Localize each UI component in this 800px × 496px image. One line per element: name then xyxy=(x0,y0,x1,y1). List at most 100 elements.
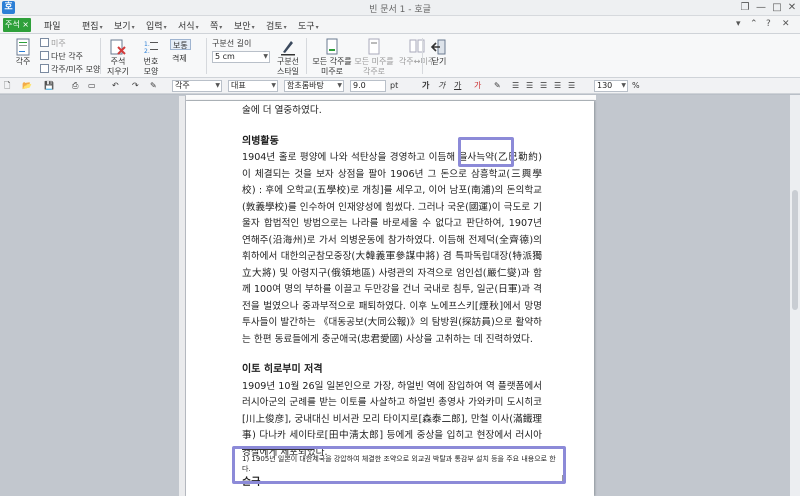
note-shape-button[interactable]: 각주/미주 모양 xyxy=(40,64,100,75)
font-value: 함초롬바탕 xyxy=(287,81,324,90)
window-title: 빈 문서 1 - 호글 xyxy=(369,5,431,15)
all-endnotes-label: 모든 미주를 각주로 xyxy=(354,57,394,76)
highlight-box-footnote-ref xyxy=(458,137,514,167)
ribbon-options-icon[interactable]: ▾ xyxy=(736,19,741,29)
style-value: 각주 xyxy=(175,81,190,90)
font-color-icon[interactable]: 가 xyxy=(474,80,481,92)
vertical-ruler[interactable] xyxy=(179,96,186,496)
align-right-icon[interactable]: ☰ xyxy=(554,80,561,92)
language-value: 대표 xyxy=(231,81,246,90)
close-annotation-button[interactable]: 닫기 xyxy=(428,38,450,67)
collapse-ribbon-icon[interactable]: ⌃ xyxy=(750,19,758,29)
print-icon[interactable]: ⎙ xyxy=(72,80,78,92)
chevron-down-icon: ▾ xyxy=(283,24,287,31)
normal-spacing-button[interactable]: 보통 xyxy=(170,39,191,50)
convert-icon xyxy=(326,38,338,55)
zoom-input[interactable]: 130 ▼ xyxy=(594,80,628,92)
bold-icon[interactable]: 가 xyxy=(422,80,429,92)
menu-view[interactable]: 보기▾ xyxy=(114,19,135,32)
open-folder-icon[interactable]: 📂 xyxy=(22,80,32,92)
brush-icon[interactable]: ✎ xyxy=(150,80,157,92)
separator-style-label: 구분선 스타일 xyxy=(276,57,300,76)
chevron-down-icon: ▾ xyxy=(251,24,255,31)
undo-icon[interactable]: ↶ xyxy=(112,80,119,92)
pen-icon xyxy=(281,41,295,56)
multi-column-label: 다단 각주 xyxy=(51,52,83,61)
separator-style-button[interactable]: 구분선 스타일 xyxy=(274,38,302,77)
font-size-value: 9.0 xyxy=(353,81,366,90)
footnote-label: 각주 xyxy=(15,57,31,66)
font-size-unit: pt xyxy=(390,81,399,90)
distribute-icon[interactable]: ☰ xyxy=(568,80,575,92)
numbering-icon: 1.2. xyxy=(144,41,158,55)
number-shape-button[interactable]: 1. 2. 번호 모양 xyxy=(138,38,164,77)
menu-tab-annotation[interactable]: 주석 × xyxy=(3,18,31,32)
highlight-box-footnote-area xyxy=(232,446,566,484)
convert-icon xyxy=(368,38,380,55)
chevron-down-icon: ▾ xyxy=(219,24,223,31)
highlight-icon[interactable]: ✎ xyxy=(494,80,501,92)
divider xyxy=(306,38,307,74)
separator-length-input[interactable]: 5 cm ▼ xyxy=(212,51,270,63)
ribbon: 각주 미주 다단 각주 각주/미주 모양 주석 지우기 1. 2. 번호 모양 보… xyxy=(0,34,800,78)
menu-page[interactable]: 쪽▾ xyxy=(210,19,222,32)
zoom-unit: % xyxy=(632,81,640,90)
menu-insert[interactable]: 입력▾ xyxy=(146,19,167,32)
chevron-down-icon: ▼ xyxy=(337,82,342,89)
minimize-button[interactable]: — xyxy=(754,1,768,14)
normal-spacing-label: 보통 xyxy=(173,41,188,50)
menu-label: 검토 xyxy=(266,22,283,32)
maximize-button[interactable]: □ xyxy=(770,1,784,14)
chevron-down-icon: ▼ xyxy=(621,82,626,89)
save-icon[interactable]: 💾 xyxy=(44,80,54,92)
underline-icon[interactable]: 가 xyxy=(454,80,461,92)
menu-format[interactable]: 서식▾ xyxy=(178,19,199,32)
spacing-button[interactable]: 격제 xyxy=(172,53,187,64)
menu-tools[interactable]: 도구▾ xyxy=(298,19,319,32)
menu-label: 입력 xyxy=(146,22,163,32)
style-select[interactable]: 각주 ▼ xyxy=(172,80,222,92)
spacing-label: 격제 xyxy=(172,54,187,63)
language-select[interactable]: 대표 ▼ xyxy=(228,80,278,92)
multi-column-footnote-button[interactable]: 다단 각주 xyxy=(40,51,83,62)
menu-file[interactable]: 파일 xyxy=(44,19,61,32)
exit-icon xyxy=(430,39,446,55)
document-page[interactable]: 술에 더 열중하였다. 의병활동 1904년 홀로 평양에 나와 석탄상을 경영하고… xyxy=(186,101,594,496)
all-footnotes-label: 모든 각주를 미주로 xyxy=(312,57,352,76)
font-select[interactable]: 함초롬바탕 ▼ xyxy=(284,80,344,92)
align-center-icon[interactable]: ☰ xyxy=(540,80,547,92)
chevron-down-icon: ▾ xyxy=(163,24,167,31)
new-doc-icon[interactable]: 🗋 xyxy=(4,80,10,92)
restore-mode-icon[interactable]: ❐ xyxy=(738,1,752,14)
menu-security[interactable]: 보안▾ xyxy=(234,19,255,32)
all-endnotes-to-footnotes-button[interactable]: 모든 미주를 각주로 xyxy=(354,38,394,77)
font-size-input[interactable]: 9.0 xyxy=(350,80,386,92)
swap-icon xyxy=(409,39,425,53)
chevron-down-icon: ▾ xyxy=(99,24,103,31)
endnote-button[interactable]: 미주 xyxy=(40,38,66,49)
all-footnotes-to-endnotes-button[interactable]: 모든 각주를 미주로 xyxy=(312,38,352,77)
delete-note-button[interactable]: 주석 지우기 xyxy=(104,38,132,77)
paragraph: 1904년 홀로 평양에 나와 석탄상을 경영하고 이듬해 을사늑약(乙巳勒約)… xyxy=(242,152,542,345)
delete-note-icon xyxy=(110,39,126,55)
chevron-down-icon: ▾ xyxy=(131,24,135,31)
align-left-icon[interactable]: ☰ xyxy=(526,80,533,92)
footnote-button[interactable]: 각주 xyxy=(8,38,38,67)
help-icon[interactable]: ? xyxy=(766,19,771,29)
preview-icon[interactable]: ▭ xyxy=(88,80,96,92)
italic-icon[interactable]: 가 xyxy=(438,80,445,92)
separator-length-label: 구분선 길이 xyxy=(212,39,252,48)
menu-label: 보안 xyxy=(234,22,251,32)
close-window-button[interactable]: ✕ xyxy=(785,1,799,14)
scrollbar-thumb[interactable] xyxy=(792,190,798,310)
align-justify-icon[interactable]: ☰ xyxy=(512,80,519,92)
close-doc-icon[interactable]: ✕ xyxy=(782,19,790,29)
close-label: 닫기 xyxy=(431,57,447,66)
divider xyxy=(100,38,101,74)
menu-label: 편집 xyxy=(82,22,99,32)
redo-icon[interactable]: ↷ xyxy=(132,80,139,92)
separator-length-value: 5 cm xyxy=(215,52,235,61)
number-shape-label: 번호 모양 xyxy=(143,57,159,76)
menu-edit[interactable]: 편집▾ xyxy=(82,19,103,32)
menu-review[interactable]: 검토▾ xyxy=(266,19,287,32)
